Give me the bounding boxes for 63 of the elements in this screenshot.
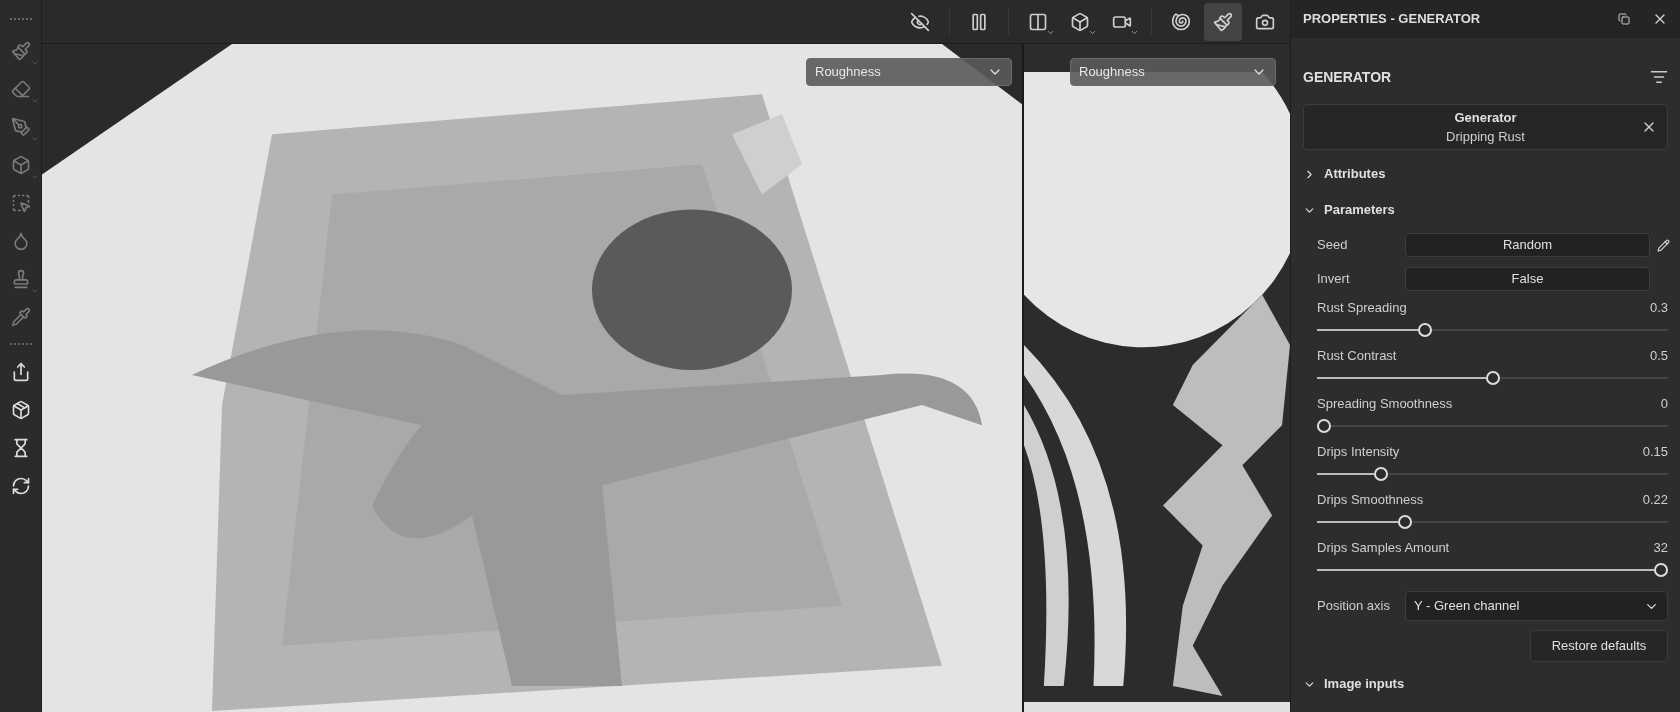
cube-icon[interactable] — [10, 155, 31, 175]
generator-card[interactable]: Generator Dripping Rust — [1303, 104, 1668, 150]
slider[interactable] — [1317, 322, 1668, 337]
group-header[interactable]: Image inputs — [1291, 666, 1680, 702]
channel-dropdown[interactable]: Roughness — [1070, 58, 1276, 86]
menu-icon[interactable] — [1650, 68, 1668, 86]
slider-thumb[interactable] — [1374, 466, 1389, 481]
parameter-label: Seed — [1317, 236, 1349, 255]
group-label: Attributes — [1324, 165, 1386, 184]
grip-icon[interactable] — [9, 343, 32, 346]
slider-thumb[interactable] — [1397, 514, 1412, 529]
hide-icon — [910, 11, 930, 32]
slider-thumb[interactable] — [1317, 418, 1331, 433]
parameter-value: 0.22 — [1642, 491, 1668, 509]
group-label: Image inputs — [1324, 675, 1405, 694]
grip-icon[interactable] — [9, 18, 32, 21]
slider[interactable] — [1317, 562, 1668, 577]
slider-thumb[interactable] — [1654, 562, 1668, 577]
toolbar-button[interactable] — [1204, 2, 1242, 41]
parameter-label: Rust Contrast — [1317, 347, 1397, 365]
parameter-value: 0.15 — [1642, 443, 1668, 461]
eraser-icon[interactable] — [10, 79, 31, 99]
slider[interactable] — [1317, 466, 1668, 481]
parameter-label: Drips Intensity — [1317, 443, 1400, 461]
slider-thumb[interactable] — [1485, 370, 1500, 385]
group-label: Parameters — [1324, 201, 1395, 220]
parameter-label: Drips Samples Amount — [1317, 539, 1450, 557]
generator-name: Dripping Rust — [1446, 128, 1525, 146]
eyedropper-icon[interactable] — [10, 307, 31, 327]
value-button[interactable]: False — [1405, 267, 1650, 291]
channel-dropdown[interactable]: Roughness — [806, 58, 1012, 86]
slider-thumb[interactable] — [1418, 322, 1433, 337]
cube-icon — [1070, 11, 1090, 32]
value-button[interactable]: Random — [1405, 233, 1650, 257]
panel-title: PROPERTIES - GENERATOR — [1303, 10, 1482, 29]
pencil-icon[interactable] — [1657, 238, 1670, 252]
generator-title: Generator — [1454, 108, 1517, 127]
restore-defaults-button[interactable]: Restore defaults — [1530, 630, 1668, 662]
slider[interactable] — [1317, 418, 1668, 433]
group-header[interactable]: Attributes — [1291, 156, 1680, 192]
slider[interactable] — [1317, 370, 1668, 385]
pause-icon — [969, 11, 989, 32]
parameter-value: 0 — [1660, 395, 1668, 413]
parameter-label: Drips Smoothness — [1317, 491, 1424, 509]
pen-icon[interactable] — [10, 117, 31, 137]
parameter-value: 32 — [1653, 539, 1668, 557]
parameter-value: 0.5 — [1649, 347, 1668, 365]
undock-icon[interactable] — [1618, 13, 1630, 25]
parameter-label: Rust Spreading — [1317, 299, 1407, 317]
axis-dropdown[interactable]: Y - Green channel — [1405, 591, 1668, 621]
section-title: GENERATOR — [1303, 67, 1393, 87]
parameter-label: Position axis — [1317, 597, 1391, 616]
brush-icon[interactable] — [10, 41, 31, 61]
slider[interactable] — [1317, 514, 1668, 529]
group-header[interactable]: Parameters — [1291, 192, 1680, 228]
parameter-value: 0.3 — [1649, 299, 1668, 317]
parameter-label: Spreading Smoothness — [1317, 395, 1453, 413]
brush-icon — [1213, 11, 1233, 32]
shell-icon — [1171, 11, 1191, 32]
parameter-label: Invert — [1317, 270, 1351, 289]
polygon-select-icon[interactable] — [10, 193, 31, 213]
split-view-icon — [1028, 11, 1048, 32]
refresh-icon[interactable] — [10, 476, 31, 496]
